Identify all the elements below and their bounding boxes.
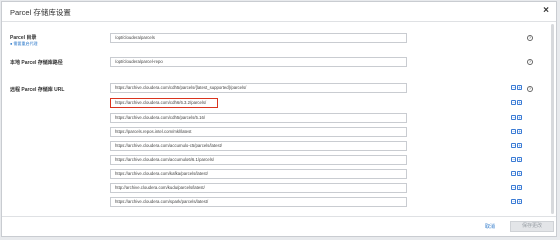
remote-url-input[interactable]: https://archive.cloudera.com/cdh5/parcel… <box>110 83 407 93</box>
add-row-icon[interactable]: + <box>517 115 522 120</box>
remote-url-label: 远程 Parcel 存储库 URL <box>10 87 65 93</box>
local-repo-input[interactable]: /opt/cloudera/parcel-repo <box>110 57 407 67</box>
cancel-button[interactable]: 取消 <box>485 223 495 230</box>
add-row-icon[interactable]: + <box>517 185 522 190</box>
add-row-icon[interactable]: + <box>517 143 522 148</box>
parcel-dir-label: Parcel 目录 <box>10 35 37 41</box>
restart-agent-hint: ● 需要重启代理 <box>10 41 38 46</box>
remote-url-input[interactable]: https://archive.cloudera.com/kafka/parce… <box>110 169 407 179</box>
dialog-footer: 取消 保存更改 <box>2 216 556 236</box>
add-row-icon[interactable]: + <box>517 171 522 176</box>
dialog-titlebar: Parcel 存储库设置 × <box>2 2 556 22</box>
remote-url-input[interactable]: https://archive.cloudera.com/spark/parce… <box>110 197 407 207</box>
row-controls: − + <box>511 100 522 105</box>
row-controls: − + <box>511 171 522 176</box>
remote-url-input-highlighted[interactable]: https://archive.cloudera.com/cdh6/6.3.2/… <box>110 98 218 108</box>
row-controls: − + <box>511 129 522 134</box>
remove-row-icon[interactable]: − <box>511 129 516 134</box>
add-row-icon[interactable]: + <box>517 157 522 162</box>
row-controls: − + <box>511 143 522 148</box>
row-controls: − + <box>511 157 522 162</box>
add-row-icon[interactable]: + <box>517 199 522 204</box>
dialog-title: Parcel 存储库设置 <box>10 8 71 17</box>
local-repo-label: 本地 Parcel 存储库路径 <box>10 60 63 66</box>
remote-url-input[interactable]: https://archive.cloudera.com/accumulo6/6… <box>110 155 407 165</box>
parcel-settings-dialog: Parcel 存储库设置 × Parcel 目录 ● 需要重启代理 /opt/c… <box>1 1 557 237</box>
add-row-icon[interactable]: + <box>517 129 522 134</box>
remote-url-input[interactable]: https://parcels.repos.intel.com/mkl/late… <box>110 127 407 137</box>
save-changes-button[interactable]: 保存更改 <box>510 221 554 232</box>
remote-url-input[interactable]: https://archive.cloudera.com/cdh5/parcel… <box>110 113 407 123</box>
remote-url-input[interactable]: https://archive.cloudera.com/accumulo-c5… <box>110 141 407 151</box>
remove-row-icon[interactable]: − <box>511 171 516 176</box>
help-icon[interactable]: ? <box>527 59 533 65</box>
row-controls: − + <box>511 199 522 204</box>
help-icon[interactable]: ? <box>527 86 533 92</box>
row-controls: − + <box>511 85 522 90</box>
row-controls: − + <box>511 185 522 190</box>
remove-row-icon[interactable]: − <box>511 157 516 162</box>
remove-row-icon[interactable]: − <box>511 199 516 204</box>
remove-row-icon[interactable]: − <box>511 115 516 120</box>
remove-row-icon[interactable]: − <box>511 185 516 190</box>
close-icon[interactable]: × <box>543 5 549 17</box>
add-row-icon[interactable]: + <box>517 85 522 90</box>
row-controls: − + <box>511 115 522 120</box>
add-row-icon[interactable]: + <box>517 100 522 105</box>
remove-row-icon[interactable]: − <box>511 100 516 105</box>
scrollbar[interactable] <box>551 24 554 214</box>
remove-row-icon[interactable]: − <box>511 143 516 148</box>
remove-row-icon[interactable]: − <box>511 85 516 90</box>
remote-url-input[interactable]: http://archive.cloudera.com/kudu/parcels… <box>110 183 407 193</box>
parcel-dir-input[interactable]: /opt/cloudera/parcels <box>110 33 407 43</box>
help-icon[interactable]: ? <box>527 35 533 41</box>
